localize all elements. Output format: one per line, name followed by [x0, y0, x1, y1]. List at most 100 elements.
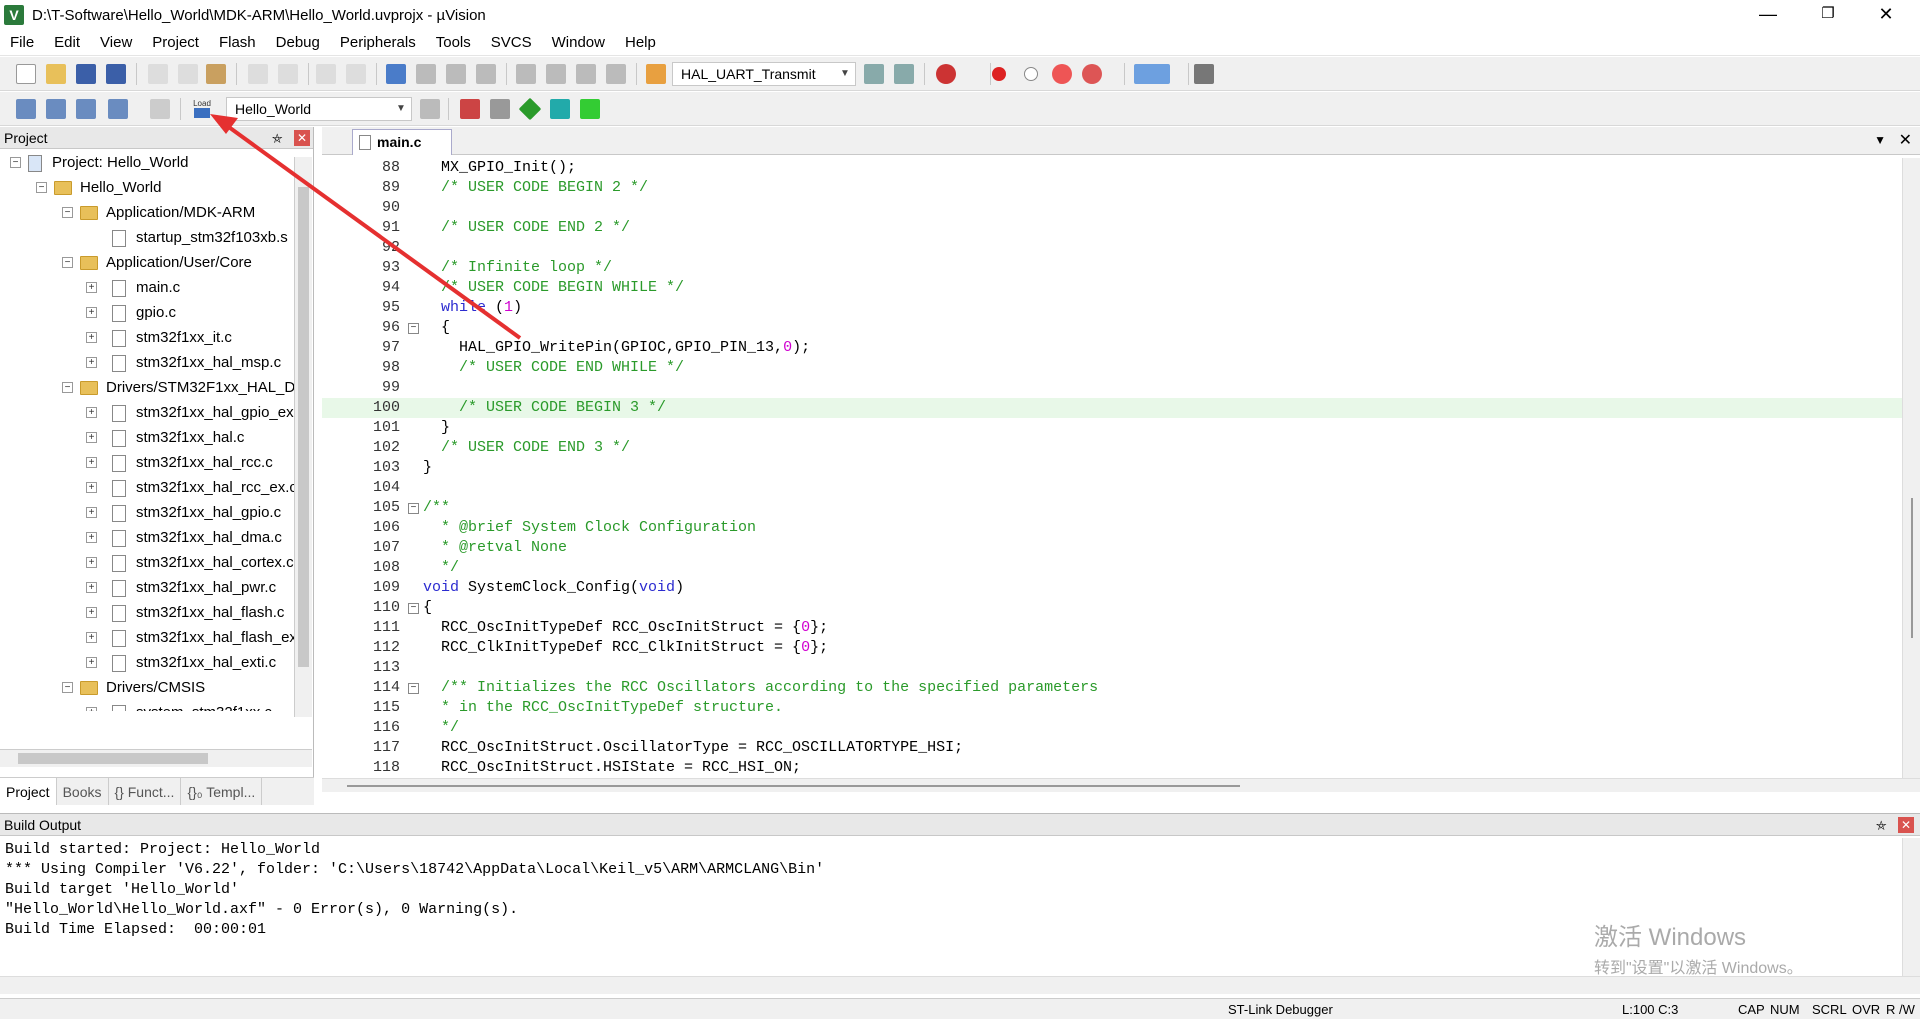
- code-line[interactable]: 91 /* USER CODE END 2 */: [322, 218, 1902, 238]
- menu-help[interactable]: Help: [615, 34, 666, 51]
- indent-icon[interactable]: [516, 64, 536, 84]
- menu-file[interactable]: File: [0, 34, 44, 51]
- expand-icon[interactable]: +: [86, 357, 97, 368]
- code-line[interactable]: 89 /* USER CODE BEGIN 2 */: [322, 178, 1902, 198]
- start-debug-icon[interactable]: [936, 64, 956, 84]
- build-icon[interactable]: [46, 99, 66, 119]
- kill-breakpoints-icon[interactable]: [1082, 64, 1102, 84]
- menu-edit[interactable]: Edit: [44, 34, 90, 51]
- code-line[interactable]: 98 /* USER CODE END WHILE */: [322, 358, 1902, 378]
- expand-icon[interactable]: +: [86, 432, 97, 443]
- code-line[interactable]: 102 /* USER CODE END 3 */: [322, 438, 1902, 458]
- maximize-button[interactable]: ❐: [1800, 0, 1856, 30]
- code-line[interactable]: 105−/**: [322, 498, 1902, 518]
- stop-build-icon[interactable]: [150, 99, 170, 119]
- find-icon[interactable]: [864, 64, 884, 84]
- menu-tools[interactable]: Tools: [426, 34, 481, 51]
- code-line[interactable]: 107 * @retval None: [322, 538, 1902, 558]
- save-icon[interactable]: [76, 64, 96, 84]
- expand-icon[interactable]: +: [86, 582, 97, 593]
- collapse-icon[interactable]: −: [10, 157, 21, 168]
- enable-breakpoint-icon[interactable]: [1024, 67, 1038, 81]
- editor-horizontal-scrollbar[interactable]: [322, 778, 1920, 792]
- expand-icon[interactable]: +: [86, 457, 97, 468]
- code-line[interactable]: 93 /* Infinite loop */: [322, 258, 1902, 278]
- menu-project[interactable]: Project: [142, 34, 209, 51]
- redo-icon[interactable]: [278, 64, 298, 84]
- fold-icon[interactable]: −: [408, 683, 419, 694]
- pack-installer-icon[interactable]: [550, 99, 570, 119]
- manage-project-items-icon[interactable]: [460, 99, 480, 119]
- pin-icon[interactable]: ⛤: [1876, 815, 1886, 837]
- uncomment-icon[interactable]: [606, 64, 626, 84]
- configure-icon[interactable]: [1194, 64, 1214, 84]
- expand-icon[interactable]: +: [86, 557, 97, 568]
- collapse-icon[interactable]: −: [62, 682, 73, 693]
- code-line[interactable]: 90: [322, 198, 1902, 218]
- tab-functions[interactable]: {} Funct...: [109, 778, 182, 805]
- build-vertical-scrollbar[interactable]: [1902, 838, 1920, 978]
- expand-icon[interactable]: +: [86, 657, 97, 668]
- code-line[interactable]: 112 RCC_ClkInitTypeDef RCC_ClkInitStruct…: [322, 638, 1902, 658]
- expand-icon[interactable]: +: [86, 307, 97, 318]
- new-file-icon[interactable]: [16, 64, 36, 84]
- code-line[interactable]: 113: [322, 658, 1902, 678]
- tab-list-icon[interactable]: ▼: [1874, 133, 1886, 147]
- close-panel-icon[interactable]: ✕: [294, 130, 310, 146]
- find-in-files-icon[interactable]: [646, 64, 666, 84]
- tab-books[interactable]: Books: [57, 778, 109, 805]
- menu-window[interactable]: Window: [542, 34, 615, 51]
- code-line[interactable]: 106 * @brief System Clock Configuration: [322, 518, 1902, 538]
- unindent-icon[interactable]: [546, 64, 566, 84]
- collapse-icon[interactable]: −: [62, 207, 73, 218]
- tree-vertical-scrollbar[interactable]: [294, 157, 312, 717]
- minimize-button[interactable]: —: [1740, 0, 1796, 30]
- menu-flash[interactable]: Flash: [209, 34, 266, 51]
- incremental-find-icon[interactable]: [894, 64, 914, 84]
- window-layout-icon[interactable]: [1134, 64, 1170, 84]
- tab-project[interactable]: Project: [0, 778, 57, 805]
- tab-main-c[interactable]: main.c: [352, 129, 452, 155]
- code-area[interactable]: 88 MX_GPIO_Init(); 89 /* USER CODE BEGIN …: [322, 158, 1902, 778]
- expand-icon[interactable]: +: [86, 607, 97, 618]
- menu-debug[interactable]: Debug: [266, 34, 330, 51]
- bookmark-icon[interactable]: [386, 64, 406, 84]
- code-line[interactable]: 99: [322, 378, 1902, 398]
- menu-svcs[interactable]: SVCS: [481, 34, 542, 51]
- code-line[interactable]: 92: [322, 238, 1902, 258]
- code-line[interactable]: 96− {: [322, 318, 1902, 338]
- insert-breakpoint-icon[interactable]: [992, 67, 1006, 81]
- select-packs-icon[interactable]: [490, 99, 510, 119]
- code-line[interactable]: 100 /* USER CODE BEGIN 3 */: [322, 398, 1902, 418]
- cut-icon[interactable]: [148, 64, 168, 84]
- code-line[interactable]: 109 void SystemClock_Config(void): [322, 578, 1902, 598]
- expand-icon[interactable]: +: [86, 407, 97, 418]
- rebuild-icon[interactable]: [76, 99, 96, 119]
- target-combo[interactable]: Hello_World ▼: [226, 97, 412, 121]
- tree-horizontal-scrollbar[interactable]: [0, 749, 312, 767]
- code-line[interactable]: 108 */: [322, 558, 1902, 578]
- next-bookmark-icon[interactable]: [446, 64, 466, 84]
- expand-icon[interactable]: +: [86, 282, 97, 293]
- batch-build-icon[interactable]: [108, 99, 128, 119]
- undo-icon[interactable]: [248, 64, 268, 84]
- fold-icon[interactable]: −: [408, 503, 419, 514]
- code-line[interactable]: 94 /* USER CODE BEGIN WHILE */: [322, 278, 1902, 298]
- code-line[interactable]: 110−{: [322, 598, 1902, 618]
- save-all-icon[interactable]: [106, 64, 126, 84]
- close-panel-icon[interactable]: ✕: [1898, 817, 1914, 833]
- code-line[interactable]: 114− /** Initializes the RCC Oscillators…: [322, 678, 1902, 698]
- target-options-icon[interactable]: [420, 99, 440, 119]
- navigate-forward-icon[interactable]: [346, 64, 366, 84]
- fold-icon[interactable]: −: [408, 603, 419, 614]
- expand-icon[interactable]: +: [86, 707, 97, 711]
- editor-vertical-scrollbar[interactable]: [1902, 158, 1920, 778]
- translate-icon[interactable]: [16, 99, 36, 119]
- navigate-back-icon[interactable]: [316, 64, 336, 84]
- prev-bookmark-icon[interactable]: [416, 64, 436, 84]
- collapse-icon[interactable]: −: [36, 182, 47, 193]
- copy-icon[interactable]: [178, 64, 198, 84]
- paste-icon[interactable]: [206, 64, 226, 84]
- expand-icon[interactable]: +: [86, 332, 97, 343]
- manage-rte-icon[interactable]: [518, 97, 542, 121]
